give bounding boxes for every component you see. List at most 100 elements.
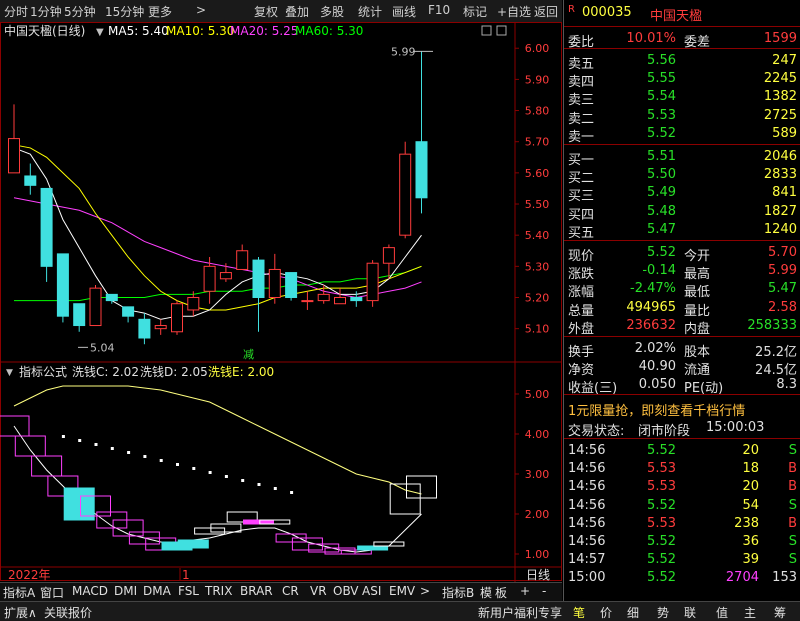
indicator-tab-11[interactable]: ASI [362, 584, 381, 598]
indicator-tick-label: 3.00 [525, 468, 550, 481]
sell-volume: 2245 [763, 71, 797, 87]
buy-price: 5.48 [647, 203, 676, 219]
indicator-tab-3[interactable]: DMI [114, 584, 137, 598]
stat2-value: 40.90 [638, 359, 676, 375]
indicator-title: 指标公式 [19, 364, 67, 379]
indicator-tab-0[interactable]: 指标A [3, 584, 35, 601]
indicator-tab-14[interactable]: 指标B [442, 584, 474, 601]
toolbar-item-3[interactable]: 15分钟 [105, 3, 144, 20]
indicator-tab-6[interactable]: TRIX [205, 584, 232, 598]
status-left-item-1[interactable]: 关联报价 [44, 604, 92, 621]
candle[interactable] [252, 256, 265, 332]
indicator-box [389, 483, 421, 515]
candle[interactable] [56, 253, 69, 323]
indicator-tab-18[interactable]: - [542, 584, 546, 598]
indicator-tab-16[interactable]: 板 [495, 584, 507, 601]
tick-time: 14:56 [568, 443, 606, 458]
status-right-item-7[interactable]: 主 [744, 604, 756, 621]
toolbar-right-item-3[interactable]: 统计 [358, 3, 382, 20]
candle[interactable] [415, 51, 428, 214]
tick-time: 14:56 [568, 479, 606, 495]
sell-volume: 589 [772, 125, 797, 141]
status-right-item-3[interactable]: 细 [627, 604, 639, 621]
chart-area[interactable]: 中国天楹(日线) ▼ MA5: 5.40MA10: 5.30MA20: 5.25MA… [0, 22, 562, 582]
toolbar-right-item-4[interactable]: 画线 [392, 3, 416, 20]
chevron-right-icon[interactable]: > [196, 3, 206, 17]
status-right-item-1[interactable]: 笔 [573, 604, 585, 621]
toolbar-item-0[interactable]: 分时 [4, 3, 28, 20]
indicator-box [63, 487, 95, 521]
candle[interactable] [171, 300, 183, 335]
indicator-tick-label: 5.00 [525, 388, 550, 401]
candle[interactable] [8, 104, 20, 174]
candle[interactable] [334, 288, 346, 305]
chevron-down-icon[interactable]: ▼ [96, 27, 104, 38]
settings-icon[interactable] [481, 25, 492, 36]
candle[interactable] [187, 291, 200, 317]
tick-time: 14:56 [568, 515, 606, 531]
indicator-menu-icon[interactable]: ▼ [6, 368, 13, 378]
tick-side: 153 [772, 570, 797, 586]
indicator-tab-1[interactable]: 窗口 [40, 584, 64, 601]
candle[interactable] [73, 303, 86, 332]
status-right-item-0[interactable]: 新用户福利专享 [478, 604, 562, 621]
promo-link[interactable]: 1元限量抢，即刻查看千档行情 [568, 400, 745, 419]
candle[interactable] [301, 291, 314, 310]
indicator-tab-10[interactable]: OBV [333, 584, 359, 598]
indicator-tab-12[interactable]: EMV [389, 584, 415, 598]
toolbar-right-item-1[interactable]: 叠加 [285, 3, 309, 20]
candle[interactable] [122, 306, 135, 323]
indicator-d-label: 洗钱D: 2.05 [140, 364, 208, 379]
candle[interactable] [24, 163, 37, 195]
sell-row: 卖五 5.56 247 [564, 51, 800, 72]
indicator-tab-13[interactable]: > [420, 584, 430, 598]
indicator-tab-5[interactable]: FSL [178, 584, 199, 598]
status-right-item-2[interactable]: 价 [600, 604, 612, 621]
status-right-item-5[interactable]: 联 [684, 604, 696, 621]
buy-price: 5.51 [647, 149, 676, 164]
status-right-item-8[interactable]: 筹 [774, 604, 786, 621]
sell-volume: 2725 [763, 107, 797, 123]
candle[interactable] [40, 187, 53, 282]
candle[interactable] [399, 141, 412, 239]
candle[interactable] [89, 285, 102, 327]
toolbar-right-item-8[interactable]: 返回 [534, 3, 558, 20]
toolbar-item-4[interactable]: 更多 [148, 3, 172, 20]
tick-price: 5.53 [647, 515, 676, 531]
toolbar-item-2[interactable]: 5分钟 [64, 3, 96, 20]
toolbar-item-1[interactable]: 1分钟 [30, 3, 62, 20]
candle[interactable] [138, 313, 151, 345]
indicator-tab-9[interactable]: VR [310, 584, 327, 598]
candle[interactable] [236, 244, 249, 270]
indicator-tab-17[interactable]: + [520, 584, 530, 598]
indicator-dot [290, 491, 294, 494]
toolbar-right-item-5[interactable]: F10 [428, 3, 450, 17]
toolbar-right-item-6[interactable]: 标记 [463, 3, 487, 20]
tick-volume: 20 [742, 479, 759, 495]
sell-price: 5.55 [647, 71, 676, 87]
indicator-dot [143, 455, 147, 458]
candle[interactable] [268, 253, 281, 304]
indicator-tab-4[interactable]: DMA [143, 584, 171, 598]
tick-row: 14:56 5.53 18 B [564, 459, 800, 478]
indicator-tab-15[interactable]: 模 [480, 584, 492, 601]
indicator-tab-7[interactable]: BRAR [240, 584, 273, 598]
status-left-item-0[interactable]: 扩展∧ [4, 604, 37, 621]
toolbar-right-item-7[interactable]: +自选 [497, 3, 531, 20]
ma20-label: MA20: 5.25 [230, 24, 298, 38]
tick-row: 14:56 5.53 238 B [564, 514, 800, 533]
candle[interactable] [154, 319, 167, 335]
indicator-tab-8[interactable]: CR [282, 584, 299, 598]
candle[interactable] [366, 260, 379, 307]
expand-icon[interactable] [496, 25, 507, 36]
toolbar-right-item-2[interactable]: 多股 [320, 3, 344, 20]
status-right-item-6[interactable]: 值 [716, 604, 728, 621]
tick-price: 5.52 [647, 570, 676, 586]
status-right-item-4[interactable]: 势 [657, 604, 669, 621]
indicator-tab-2[interactable]: MACD [72, 584, 108, 598]
buy-volume: 1827 [763, 203, 797, 219]
toolbar-right-item-0[interactable]: 复权 [254, 3, 278, 20]
chart-title: 中国天楹(日线) [4, 23, 85, 38]
trade-status-row: 交易状态: 闭市阶段 15:00:03 [564, 418, 800, 439]
candle[interactable] [285, 272, 298, 301]
